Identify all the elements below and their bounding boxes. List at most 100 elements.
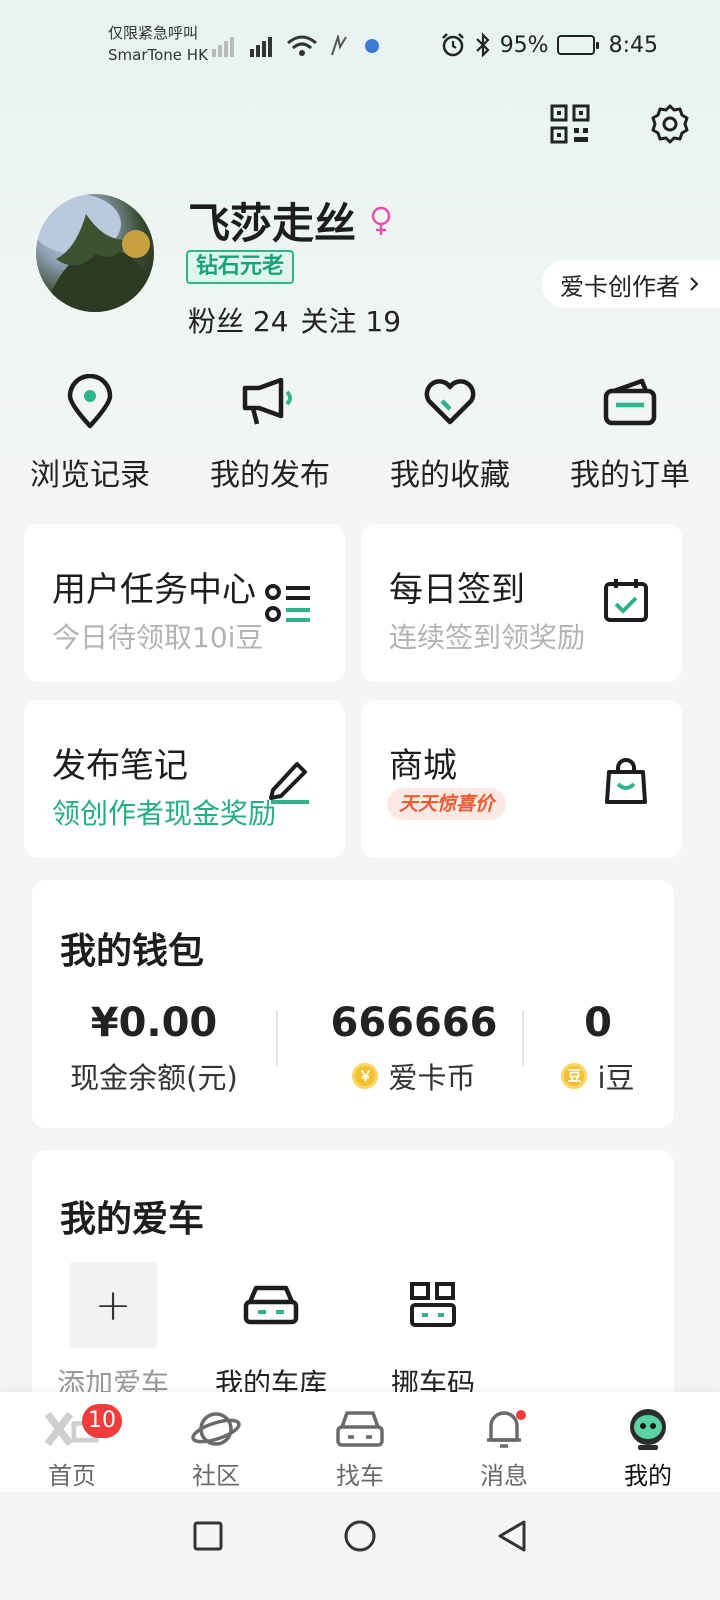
task-center-title: 用户任务中心	[52, 570, 256, 610]
coin-icon: ￥	[352, 1063, 379, 1089]
tab-home[interactable]: 10 首页	[0, 1392, 144, 1492]
mall-title: 商城	[389, 746, 457, 786]
checkin-title: 每日签到	[389, 570, 525, 610]
task-center-subtitle: 今日待领取10i豆	[52, 621, 264, 654]
female-gender-icon	[371, 206, 391, 235]
bluetooth-icon	[475, 32, 490, 58]
mall-promo-badge: 天天惊喜价	[387, 788, 507, 820]
qr-code-icon	[550, 104, 590, 144]
avatar[interactable]	[36, 194, 154, 312]
publish-note-card[interactable]: 发布笔记 领创作者现金奖励	[24, 700, 345, 858]
divider	[522, 1010, 524, 1066]
coin-label-row: ￥ 爱卡币	[314, 1056, 514, 1096]
wallet-title: 我的钱包	[60, 931, 205, 972]
cash-balance-label-row: 现金余额(元)	[56, 1056, 252, 1096]
my-garage-button[interactable]: 我的车库	[196, 1262, 346, 1402]
location-pin-icon	[67, 374, 113, 429]
hotspot-icon	[331, 35, 347, 56]
gear-icon	[651, 104, 689, 144]
coin-value: 666666	[330, 1000, 498, 1046]
cash-balance[interactable]: ¥0.00 现金余额(元)	[56, 1000, 252, 1096]
tab-home-label: 首页	[48, 1462, 96, 1490]
planet-icon	[191, 1412, 241, 1446]
car-icon	[336, 1411, 384, 1447]
divider	[276, 1010, 278, 1066]
home-badge: 10	[82, 1404, 122, 1438]
mall-card[interactable]: 商城 天天惊喜价	[361, 700, 682, 858]
carrier-name: SmarTone HK	[108, 46, 208, 64]
username: 飞莎走丝	[188, 190, 392, 251]
move-car-qr-icon	[410, 1282, 456, 1327]
quick-item-orders[interactable]: 我的订单	[540, 372, 720, 494]
car-icon	[243, 1285, 299, 1325]
tab-messages-label: 消息	[480, 1462, 528, 1490]
task-center-card[interactable]: 用户任务中心 今日待领取10i豆	[24, 524, 345, 682]
i-bean-balance[interactable]: 0 豆 i豆	[532, 1000, 664, 1096]
settings-button[interactable]	[648, 102, 692, 146]
square-icon	[193, 1521, 223, 1551]
tab-community[interactable]: 社区	[144, 1392, 288, 1492]
aika-coin-balance[interactable]: 666666 ￥ 爱卡币	[314, 1000, 514, 1096]
avatar-image	[36, 194, 154, 312]
creator-entry-button[interactable]: 爱卡创作者	[542, 260, 720, 308]
publish-note-title: 发布笔记	[52, 746, 188, 786]
bean-label: i豆	[597, 1061, 635, 1095]
wallet-card: 我的钱包 ¥0.00 现金余额(元) 666666 ￥ 爱卡币 0 豆 i豆	[32, 880, 674, 1128]
tab-mine-label: 我的	[624, 1462, 672, 1490]
level-badge[interactable]: 钻石元老	[186, 250, 295, 284]
bean-value: 0	[584, 1000, 612, 1046]
my-car-card: 我的爱车 + 添加爱车 我的车库 挪车码	[32, 1150, 674, 1410]
carrier-emergency-text: 仅限紧急呼叫	[108, 24, 199, 42]
back-button[interactable]	[486, 1510, 538, 1562]
daily-checkin-card[interactable]: 每日签到 连续签到领奖励	[361, 524, 682, 682]
username-text: 飞莎走丝	[188, 199, 357, 248]
quick-item-publish[interactable]: 我的发布	[180, 372, 360, 494]
pencil-icon	[263, 754, 315, 806]
cash-balance-label: 现金余额(元)	[70, 1061, 238, 1095]
app-notification-icon	[361, 35, 383, 57]
creator-entry-label: 爱卡创作者	[560, 272, 680, 301]
checkin-subtitle: 连续签到领奖励	[389, 621, 586, 654]
heart-icon	[424, 379, 476, 425]
move-car-code-button[interactable]: 挪车码	[358, 1262, 508, 1402]
header-actions	[548, 102, 692, 146]
quick-item-label: 我的发布	[210, 458, 330, 493]
wifi-icon	[287, 35, 317, 56]
quick-item-label: 浏览记录	[30, 458, 150, 493]
cash-balance-value: ¥0.00	[90, 1000, 218, 1046]
wallet-icon	[603, 378, 657, 426]
quick-menu: 浏览记录 我的发布 我的收藏 我的订单	[0, 372, 720, 494]
tab-mine[interactable]: 我的	[576, 1392, 720, 1492]
bottom-navigation: 10 首页 社区 找车 消息 我的	[0, 1392, 720, 1492]
circle-icon	[344, 1520, 376, 1552]
qr-code-button[interactable]	[548, 102, 592, 146]
publish-note-subtitle: 领创作者现金奖励	[52, 797, 277, 830]
quick-item-label: 我的收藏	[390, 458, 510, 493]
carrier-info: 仅限紧急呼叫 SmarTone HK	[108, 22, 208, 66]
signal-icon	[250, 37, 272, 57]
status-bar: 仅限紧急呼叫 SmarTone HK 95% 8:45	[0, 0, 720, 90]
tab-find-car[interactable]: 找车	[288, 1392, 432, 1492]
chevron-right-icon	[690, 277, 699, 291]
battery-percent: 95%	[499, 32, 549, 58]
calendar-check-icon	[600, 574, 652, 626]
bean-icon: 豆	[561, 1063, 588, 1089]
clock-time: 8:45	[608, 32, 658, 58]
tab-community-label: 社区	[192, 1462, 240, 1490]
unread-dot	[516, 1410, 526, 1420]
home-button[interactable]	[334, 1510, 386, 1562]
quick-item-label: 我的订单	[570, 458, 690, 493]
signal-icon	[212, 37, 234, 57]
quick-item-favorites[interactable]: 我的收藏	[360, 372, 540, 494]
following-count[interactable]: 关注 19	[301, 300, 402, 340]
tab-messages[interactable]: 消息	[432, 1392, 576, 1492]
quick-item-history[interactable]: 浏览记录	[0, 372, 180, 494]
mascot-avatar-icon	[630, 1409, 666, 1450]
recent-apps-button[interactable]	[182, 1510, 234, 1562]
bean-label-row: 豆 i豆	[532, 1056, 664, 1096]
task-list-icon	[263, 578, 315, 630]
add-car-button[interactable]: + 添加爱车	[38, 1262, 188, 1402]
fans-count[interactable]: 粉丝 24	[188, 300, 289, 340]
battery-icon	[556, 35, 599, 55]
system-navigation-bar	[0, 1492, 720, 1600]
